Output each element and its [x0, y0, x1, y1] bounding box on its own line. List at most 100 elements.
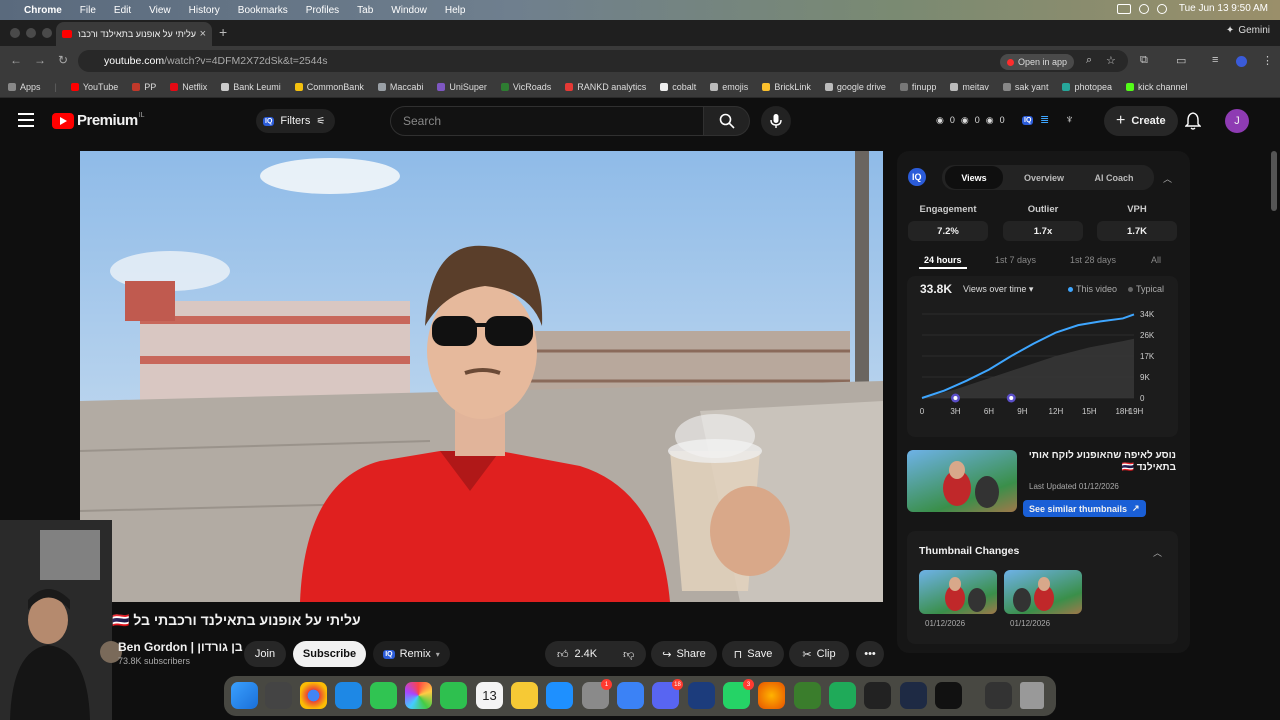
extensions-icon[interactable]: ⧉ [1140, 54, 1148, 67]
bookmark-pp[interactable]: PP [132, 82, 156, 92]
notes-icon[interactable] [511, 682, 538, 709]
finder-icon[interactable] [231, 682, 258, 709]
menu-app-name[interactable]: Chrome [24, 5, 62, 16]
thumbs-down-icon[interactable]: 👎︎ [623, 648, 634, 661]
clip-button[interactable]: ✂ Clip [789, 641, 849, 667]
range-7-days[interactable]: 1st 7 days [995, 255, 1036, 265]
voice-search-button[interactable] [761, 106, 791, 136]
channel-name[interactable]: Ben Gordon | בן גורדון [118, 640, 243, 654]
share-button[interactable]: ↪ Share [651, 641, 717, 667]
menu-edit[interactable]: Edit [114, 5, 131, 16]
views-over-time-dropdown[interactable]: Views over time ▾ [963, 284, 1033, 295]
like-button[interactable]: 👍︎ 2.4K [557, 648, 597, 661]
tab-close-icon[interactable]: × [200, 28, 206, 40]
user-avatar[interactable]: J [1225, 109, 1249, 133]
bookmark-kick-channel[interactable]: kick channel [1126, 82, 1188, 92]
search-button[interactable] [704, 106, 750, 136]
menu-bookmarks[interactable]: Bookmarks [238, 5, 288, 16]
bookmark-emojis[interactable]: emojis [710, 82, 748, 92]
menubar-clock[interactable]: Tue Jun 13 9:50 AM [1179, 3, 1268, 14]
thumbnail-change-1[interactable] [919, 570, 997, 614]
window-close-button[interactable] [10, 28, 20, 38]
thumbnail-changes-chevron-icon[interactable]: ︿ [1153, 546, 1162, 559]
photos-icon[interactable] [405, 682, 432, 709]
search-input[interactable]: Search [390, 106, 704, 136]
status-icons[interactable] [1116, 3, 1167, 14]
video-player[interactable] [80, 151, 883, 602]
arc-icon[interactable] [688, 682, 715, 709]
bookmark-youtube[interactable]: YouTube [70, 82, 118, 92]
bookmark-meitav[interactable]: meitav [950, 82, 989, 92]
firefox-icon[interactable] [758, 682, 785, 709]
bookmark-bank-leumi[interactable]: Bank Leumi [221, 82, 281, 92]
zoom-icon[interactable]: ⌕ [1086, 54, 1092, 67]
page-scrollbar[interactable] [1271, 151, 1277, 211]
trash-icon[interactable] [1020, 682, 1044, 709]
join-button[interactable]: Join [244, 641, 286, 667]
menu-file[interactable]: File [80, 5, 96, 16]
bookmark-maccabi[interactable]: Maccabi [377, 82, 423, 92]
range-24-hours[interactable]: 24 hours [924, 255, 962, 265]
files-icon[interactable] [617, 682, 644, 709]
reload-icon[interactable]: ↻ [58, 53, 68, 67]
facetime-icon[interactable] [440, 682, 467, 709]
menu-view[interactable]: View [149, 5, 171, 16]
youtube-premium-logo[interactable]: Premium IL [52, 112, 145, 129]
notifications-bell-icon[interactable] [1185, 112, 1201, 130]
window-minimize-button[interactable] [26, 28, 36, 38]
filters-button[interactable]: IQ Filters ⚟ [256, 109, 336, 133]
more-actions-button[interactable]: ••• [856, 641, 884, 667]
bookmark-cobalt[interactable]: cobalt [660, 82, 696, 92]
bookmark-finupp[interactable]: finupp [899, 82, 936, 92]
list-icon[interactable]: ≣ [1040, 113, 1049, 126]
menu-help[interactable]: Help [445, 5, 466, 16]
gemini-button[interactable]: ✦ Gemini [1226, 25, 1270, 36]
google-sheets-icon[interactable] [829, 682, 856, 709]
collapse-chevron-icon[interactable]: ︿ [1163, 172, 1172, 185]
extension-stats[interactable]: ◉ 0 ◉ 0 ◉ 0 [936, 115, 1005, 126]
open-in-app-button[interactable]: Open in app [1000, 54, 1075, 70]
numbers-icon[interactable] [794, 682, 821, 709]
address-bar[interactable]: youtube.com/watch?v=4DFM2X72dSk&t=2544s [78, 50, 1128, 72]
hamburger-menu-icon[interactable] [18, 113, 34, 131]
iq-toolbar-icon[interactable]: IQ [1022, 116, 1034, 125]
back-arrow-icon[interactable]: ← [10, 53, 22, 67]
window-zoom-button[interactable] [42, 28, 52, 38]
menu-profiles[interactable]: Profiles [306, 5, 339, 16]
bookmark-rankd-analytics[interactable]: RANKD analytics [565, 82, 646, 92]
app-store-icon[interactable] [546, 682, 573, 709]
bookmark-photopea[interactable]: photopea [1062, 82, 1112, 92]
bookmark-vicroads[interactable]: VicRoads [500, 82, 551, 92]
range-28-days[interactable]: 1st 28 days [1070, 255, 1116, 265]
messages-icon[interactable] [370, 682, 397, 709]
bookmark-bricklink[interactable]: BrickLink [762, 82, 811, 92]
launchpad-icon[interactable] [265, 682, 292, 709]
similar-video-thumbnail[interactable] [907, 450, 1017, 512]
tab-overview[interactable]: Overview [1012, 166, 1076, 189]
subscribe-button[interactable]: Subscribe [293, 641, 366, 667]
downloads-icon[interactable] [985, 682, 1012, 709]
similar-video-title[interactable]: נוסע לאיפה שהאופנוע לוקח אותי בתאילנד 🇹🇭 [1028, 450, 1176, 474]
bookmark-netflix[interactable]: Netflix [170, 82, 207, 92]
menu-dots-icon[interactable]: ⋮ [1262, 54, 1273, 67]
create-button[interactable]: + Create [1104, 106, 1178, 136]
chrome-icon[interactable] [300, 682, 327, 709]
bookmark-unisuper[interactable]: UniSuper [437, 82, 487, 92]
trophy-icon[interactable]: ♆ [1065, 112, 1074, 126]
bookmark-apps[interactable]: Apps [8, 82, 41, 92]
see-similar-thumbnails-button[interactable]: See similar thumbnails ↗ [1023, 500, 1146, 517]
terminal-icon[interactable] [935, 682, 962, 709]
thumbnail-change-2[interactable] [1004, 570, 1082, 614]
bookmark-star-icon[interactable]: ☆ [1106, 54, 1116, 67]
bookmark-commonbank[interactable]: CommonBank [294, 82, 364, 92]
new-tab-button[interactable]: + [219, 24, 227, 40]
tab-ai-coach[interactable]: AI Coach [1082, 166, 1146, 189]
calendar-icon[interactable]: 13 [476, 682, 503, 709]
safari-icon[interactable] [335, 682, 362, 709]
save-button[interactable]: ⊓ Save [722, 641, 784, 667]
menu-history[interactable]: History [189, 5, 220, 16]
forward-arrow-icon[interactable]: → [34, 53, 46, 67]
tab-views[interactable]: Views [945, 166, 1003, 189]
remix-button[interactable]: IQ Remix ▾ [373, 641, 450, 667]
capcut-icon[interactable] [864, 682, 891, 709]
